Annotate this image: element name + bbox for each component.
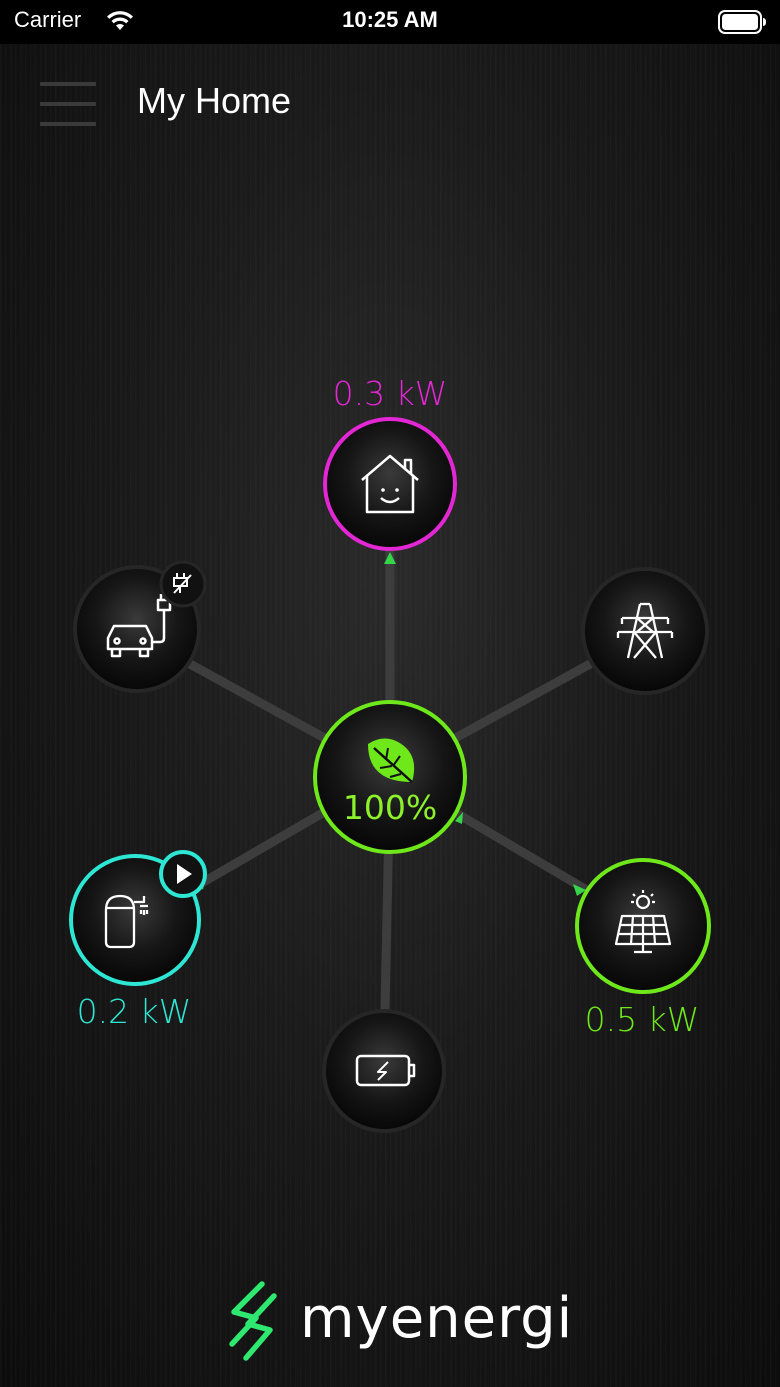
battery-status-icon — [718, 10, 766, 34]
myenergi-logo-icon — [229, 1281, 277, 1361]
grid-node[interactable] — [581, 567, 709, 695]
green-percent-label: 100% — [342, 788, 438, 827]
status-bar: Carrier 10:25 AM — [0, 0, 780, 44]
brand-name: myenergi — [300, 1286, 574, 1351]
home-power-label: 0.3 kW — [332, 374, 448, 413]
solar-power-label: 0.5 kW — [584, 1000, 700, 1039]
brand-logo: myenergi — [222, 1278, 572, 1368]
ev-charger-node[interactable] — [73, 560, 207, 693]
battery-node[interactable] — [322, 1009, 446, 1133]
energy-flow-diagram — [69, 417, 711, 1133]
home-node[interactable] — [323, 417, 457, 551]
solar-node[interactable] — [575, 858, 711, 994]
water-heater-power-label: 0.2 kW — [76, 992, 192, 1031]
water-heater-node[interactable] — [69, 850, 207, 986]
clock: 10:25 AM — [342, 7, 438, 32]
green-energy-node[interactable] — [313, 700, 467, 854]
app-screen: My Home 0.3 kW 100% 0.2 kW 0.5 kW myener… — [0, 44, 780, 1387]
